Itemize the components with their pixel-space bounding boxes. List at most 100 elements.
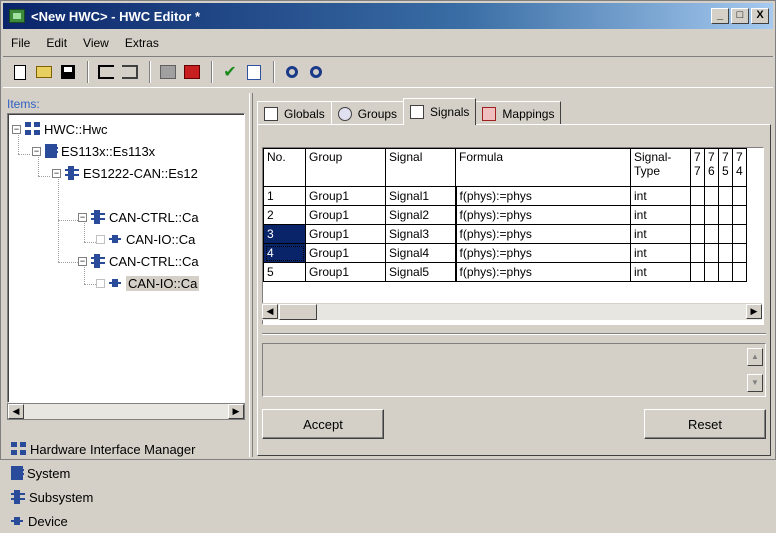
table-cell[interactable]: Signal3 [385, 224, 456, 244]
scroll-down-icon[interactable]: ▼ [747, 374, 763, 392]
column-header[interactable]: 7 4 [732, 148, 747, 187]
column-header[interactable]: Formula [455, 148, 631, 187]
table-cell[interactable] [732, 205, 747, 225]
tree-expand-button[interactable] [95, 61, 117, 83]
table-cell[interactable]: Group1 [305, 243, 386, 263]
collapse-toggle-icon[interactable]: − [12, 124, 21, 134]
menu-file[interactable]: File [3, 34, 38, 52]
scroll-left-icon[interactable]: ◀ [262, 304, 278, 319]
column-header[interactable]: 7 5 [718, 148, 733, 187]
add-disabled-button[interactable] [157, 61, 179, 83]
items-tree[interactable]: − HWC::Hwc − ES113x::Es113x − ES1222-CAN… [7, 113, 245, 403]
table-cell[interactable] [718, 186, 733, 206]
table-cell[interactable]: f(phys):=phys [454, 224, 631, 244]
maximize-button[interactable]: □ [731, 8, 749, 24]
tab-groups[interactable]: Groups [330, 101, 405, 125]
table-cell[interactable]: Signal2 [385, 205, 456, 225]
minimize-button[interactable]: _ [711, 8, 729, 24]
find-button[interactable] [281, 61, 303, 83]
table-cell[interactable]: 2 [263, 205, 306, 225]
table-row[interactable]: 4 Group1 Signal4 f(phys):=phys int [263, 243, 747, 263]
reset-button[interactable]: Reset [644, 409, 766, 439]
close-button[interactable]: X [751, 8, 769, 24]
table-cell[interactable]: Signal4 [385, 243, 456, 263]
table-cell[interactable]: Group1 [305, 224, 386, 244]
table-cell[interactable] [704, 262, 719, 282]
tree-node-can-io-1[interactable]: CAN-IO::Ca [96, 230, 195, 248]
collapse-toggle-icon[interactable]: − [52, 168, 61, 178]
column-header[interactable]: Signal- Type [630, 148, 691, 187]
scroll-up-icon[interactable]: ▲ [747, 348, 763, 366]
table-cell[interactable]: Group1 [305, 186, 386, 206]
table-cell[interactable]: int [630, 243, 691, 263]
open-button[interactable] [33, 61, 55, 83]
table-cell[interactable] [704, 186, 719, 206]
panel-splitter[interactable] [249, 93, 253, 457]
tree-node-hwc[interactable]: − HWC::Hwc [12, 120, 108, 138]
tree-node-can-ctrl-1[interactable]: − CAN-CTRL::Ca [78, 208, 199, 226]
scroll-right-icon[interactable]: ▶ [228, 404, 244, 419]
column-header[interactable]: 7 6 [704, 148, 719, 187]
tree-node-can-ctrl-2[interactable]: − CAN-CTRL::Ca [78, 252, 199, 270]
signals-grid[interactable]: No. Group Signal Formula Signal- Type 7 77 67… [262, 147, 764, 325]
collapse-toggle-icon[interactable]: − [32, 146, 41, 156]
table-cell[interactable] [718, 224, 733, 244]
tree-node-can-io-2[interactable]: CAN-IO::Ca [96, 274, 200, 292]
table-cell[interactable] [704, 243, 719, 263]
table-cell[interactable] [732, 186, 747, 206]
table-cell[interactable]: f(phys):=phys [454, 243, 631, 263]
table-row[interactable]: 1 Group1 Signal1 f(phys):=phys int [263, 186, 747, 206]
table-cell[interactable]: 1 [263, 186, 306, 206]
scroll-thumb[interactable] [279, 304, 317, 320]
menu-edit[interactable]: Edit [38, 34, 75, 52]
table-cell[interactable] [704, 205, 719, 225]
table-cell[interactable] [718, 262, 733, 282]
table-cell[interactable]: Group1 [305, 205, 386, 225]
table-cell[interactable] [718, 205, 733, 225]
table-cell[interactable] [690, 205, 705, 225]
table-cell[interactable] [732, 224, 747, 244]
table-cell[interactable]: Signal1 [385, 186, 456, 206]
table-cell[interactable]: int [630, 262, 691, 282]
column-header[interactable]: Signal [385, 148, 456, 187]
tab-signals[interactable]: Signals [403, 98, 477, 125]
check-button[interactable]: ✔ [219, 61, 241, 83]
new-button[interactable] [9, 61, 31, 83]
accept-button[interactable]: Accept [262, 409, 384, 439]
table-cell[interactable]: Signal5 [385, 262, 456, 282]
table-cell[interactable] [690, 186, 705, 206]
document-button[interactable] [243, 61, 265, 83]
table-cell[interactable] [704, 224, 719, 244]
column-header[interactable]: 7 7 [690, 148, 705, 187]
table-cell[interactable] [690, 262, 705, 282]
table-row[interactable]: 2 Group1 Signal2 f(phys):=phys int [263, 205, 747, 225]
table-cell[interactable]: f(phys):=phys [454, 186, 631, 206]
grid-horizontal-scrollbar[interactable]: ◀ ▶ [262, 303, 762, 320]
table-cell[interactable]: int [630, 224, 691, 244]
column-header[interactable]: Group [305, 148, 386, 187]
table-cell[interactable] [690, 224, 705, 244]
table-cell[interactable]: f(phys):=phys [454, 205, 631, 225]
find-next-button[interactable] [305, 61, 327, 83]
table-cell[interactable]: 4 [263, 243, 306, 263]
tree-node-es1222[interactable]: − ES1222-CAN::Es12 [52, 164, 198, 182]
table-cell[interactable]: f(phys):=phys [454, 262, 631, 282]
menu-extras[interactable]: Extras [117, 34, 167, 52]
scroll-right-icon[interactable]: ▶ [746, 304, 762, 319]
menu-view[interactable]: View [75, 34, 117, 52]
table-cell[interactable]: 5 [263, 262, 306, 282]
table-cell[interactable] [718, 243, 733, 263]
table-cell[interactable] [690, 243, 705, 263]
tab-globals[interactable]: Globals [257, 101, 332, 125]
tab-mappings[interactable]: Mappings [475, 101, 562, 125]
table-row[interactable]: 5 Group1 Signal5 f(phys):=phys int [263, 262, 747, 282]
column-header[interactable]: No. [263, 148, 306, 187]
save-button[interactable] [57, 61, 79, 83]
table-cell[interactable]: int [630, 205, 691, 225]
table-cell[interactable]: 3 [263, 224, 306, 244]
scroll-left-icon[interactable]: ◀ [8, 404, 24, 419]
table-cell[interactable]: Group1 [305, 262, 386, 282]
tree-horizontal-scrollbar[interactable]: ◀ ▶ [7, 403, 245, 420]
table-row[interactable]: 3 Group1 Signal3 f(phys):=phys int [263, 224, 747, 244]
add-item-button[interactable] [181, 61, 203, 83]
